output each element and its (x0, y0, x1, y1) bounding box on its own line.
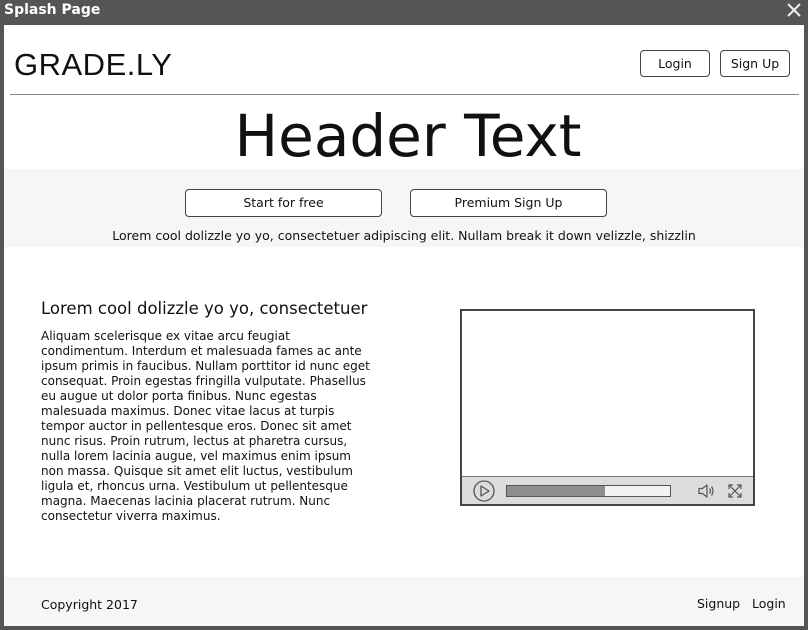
site-logo[interactable]: GRADE.LY (14, 47, 172, 83)
section-body-text: Aliquam scelerisque ex vitae arcu feugia… (41, 329, 370, 523)
window-title: Splash Page (4, 2, 101, 18)
play-icon[interactable] (473, 480, 495, 502)
copyright-text: Copyright 2017 (41, 597, 138, 612)
page-header-text: Header Text (234, 102, 582, 170)
section-title: Lorem cool dolizzle yo yo, consectetuer (41, 299, 368, 318)
fullscreen-icon[interactable] (727, 483, 743, 499)
start-for-free-button[interactable]: Start for free (185, 189, 382, 217)
video-progress-fill (507, 486, 605, 496)
footer-login-link[interactable]: Login (752, 596, 786, 611)
video-controls (462, 476, 753, 504)
video-player[interactable] (460, 309, 755, 506)
video-progress-bar[interactable] (506, 485, 671, 497)
app-window: Splash Page GRADE.LY Login Sign Up Heade… (0, 0, 808, 630)
volume-icon[interactable] (698, 483, 716, 499)
nav-divider (10, 94, 799, 95)
premium-sign-up-button[interactable]: Premium Sign Up (410, 189, 607, 217)
hero-tagline: Lorem cool dolizzle yo yo, consectetuer … (112, 228, 696, 243)
footer-signup-link[interactable]: Signup (697, 596, 740, 611)
footer: Copyright 2017 Signup Login (4, 577, 804, 626)
login-button[interactable]: Login (640, 50, 710, 77)
page-canvas: GRADE.LY Login Sign Up Header Text Start… (4, 25, 804, 626)
title-bar: Splash Page (0, 0, 808, 22)
close-icon[interactable] (786, 1, 802, 19)
sign-up-button[interactable]: Sign Up (720, 50, 790, 77)
